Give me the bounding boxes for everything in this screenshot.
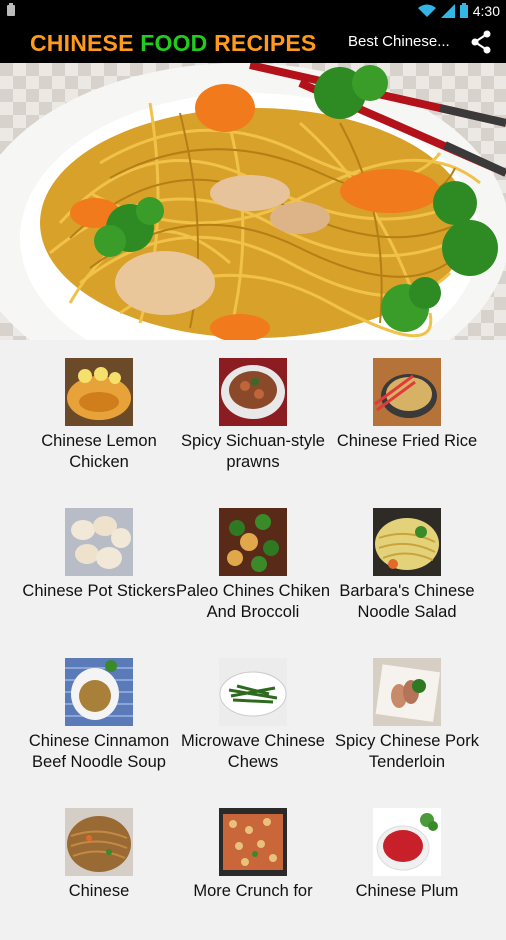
recipe-card[interactable]: Chinese xyxy=(15,790,183,940)
recipe-title: More Crunch for xyxy=(193,882,313,900)
app-title: CHINESE FOOD RECIPES xyxy=(30,30,316,57)
recipe-grid: Chinese Lemon Chicken Spicy Sichuan-styl… xyxy=(0,340,506,900)
share-icon[interactable] xyxy=(470,30,492,54)
app-subtitle: Best Chinese... xyxy=(348,33,450,50)
recipe-thumbnail xyxy=(373,658,441,726)
recipe-card[interactable]: Microwave Chinese Chews xyxy=(169,640,337,790)
recipe-title: Chinese Cinnamon Beef Noodle Soup xyxy=(28,732,170,771)
recipe-title: Chinese Lemon Chicken xyxy=(41,432,157,471)
recipe-thumbnail xyxy=(65,358,133,426)
recipe-thumbnail xyxy=(373,358,441,426)
recipe-title: Spicy Chinese Pork Tenderloin xyxy=(335,732,479,771)
title-word-food: FOOD xyxy=(140,30,208,56)
recipe-card[interactable]: Chinese Fried Rice xyxy=(323,340,491,490)
recipe-card[interactable]: Chinese Lemon Chicken xyxy=(15,340,183,490)
recipe-thumbnail xyxy=(373,508,441,576)
hero-noodle-image xyxy=(0,63,506,340)
recipe-card[interactable]: Chinese Plum xyxy=(323,790,491,940)
recipe-thumbnail xyxy=(65,658,133,726)
recipe-card[interactable]: Chinese Pot Stickers xyxy=(15,490,183,640)
status-bar: 4:30 xyxy=(0,0,506,21)
recipe-card[interactable]: Chinese Cinnamon Beef Noodle Soup xyxy=(15,640,183,790)
action-bar: CHINESE FOOD RECIPES Best Chinese... xyxy=(0,21,506,63)
recipe-title: Microwave Chinese Chews xyxy=(181,732,325,771)
status-time: 4:30 xyxy=(472,2,500,19)
recipe-thumbnail xyxy=(373,808,441,876)
recipe-thumbnail xyxy=(65,808,133,876)
wifi-icon xyxy=(417,4,436,17)
title-word-chinese: CHINESE xyxy=(30,30,134,56)
recipe-title: Chinese Fried Rice xyxy=(336,432,478,450)
notification-icon xyxy=(7,3,15,16)
recipe-card[interactable]: Spicy Sichuan-style prawns xyxy=(169,340,337,490)
recipe-title: Spicy Sichuan-style prawns xyxy=(181,432,325,471)
recipe-title: Barbara's Chinese Noodle Salad xyxy=(339,582,475,621)
recipe-title: Paleo Chines Chiken And Broccoli xyxy=(175,582,331,621)
recipe-title: Chinese Pot Stickers xyxy=(22,582,176,600)
recipe-card[interactable]: More Crunch for xyxy=(169,790,337,940)
recipe-thumbnail xyxy=(219,358,287,426)
recipe-card[interactable]: Paleo Chines Chiken And Broccoli xyxy=(169,490,337,640)
recipe-thumbnail xyxy=(219,658,287,726)
signal-icon xyxy=(440,3,455,18)
recipe-thumbnail xyxy=(65,508,133,576)
recipe-card[interactable]: Spicy Chinese Pork Tenderloin xyxy=(323,640,491,790)
recipe-thumbnail xyxy=(219,508,287,576)
recipe-title: Chinese xyxy=(68,882,130,900)
recipe-card[interactable]: Barbara's Chinese Noodle Salad xyxy=(323,490,491,640)
battery-icon xyxy=(459,3,468,18)
recipe-thumbnail xyxy=(219,808,287,876)
recipe-title: Chinese Plum xyxy=(355,882,459,900)
title-word-recipes: RECIPES xyxy=(214,30,317,56)
